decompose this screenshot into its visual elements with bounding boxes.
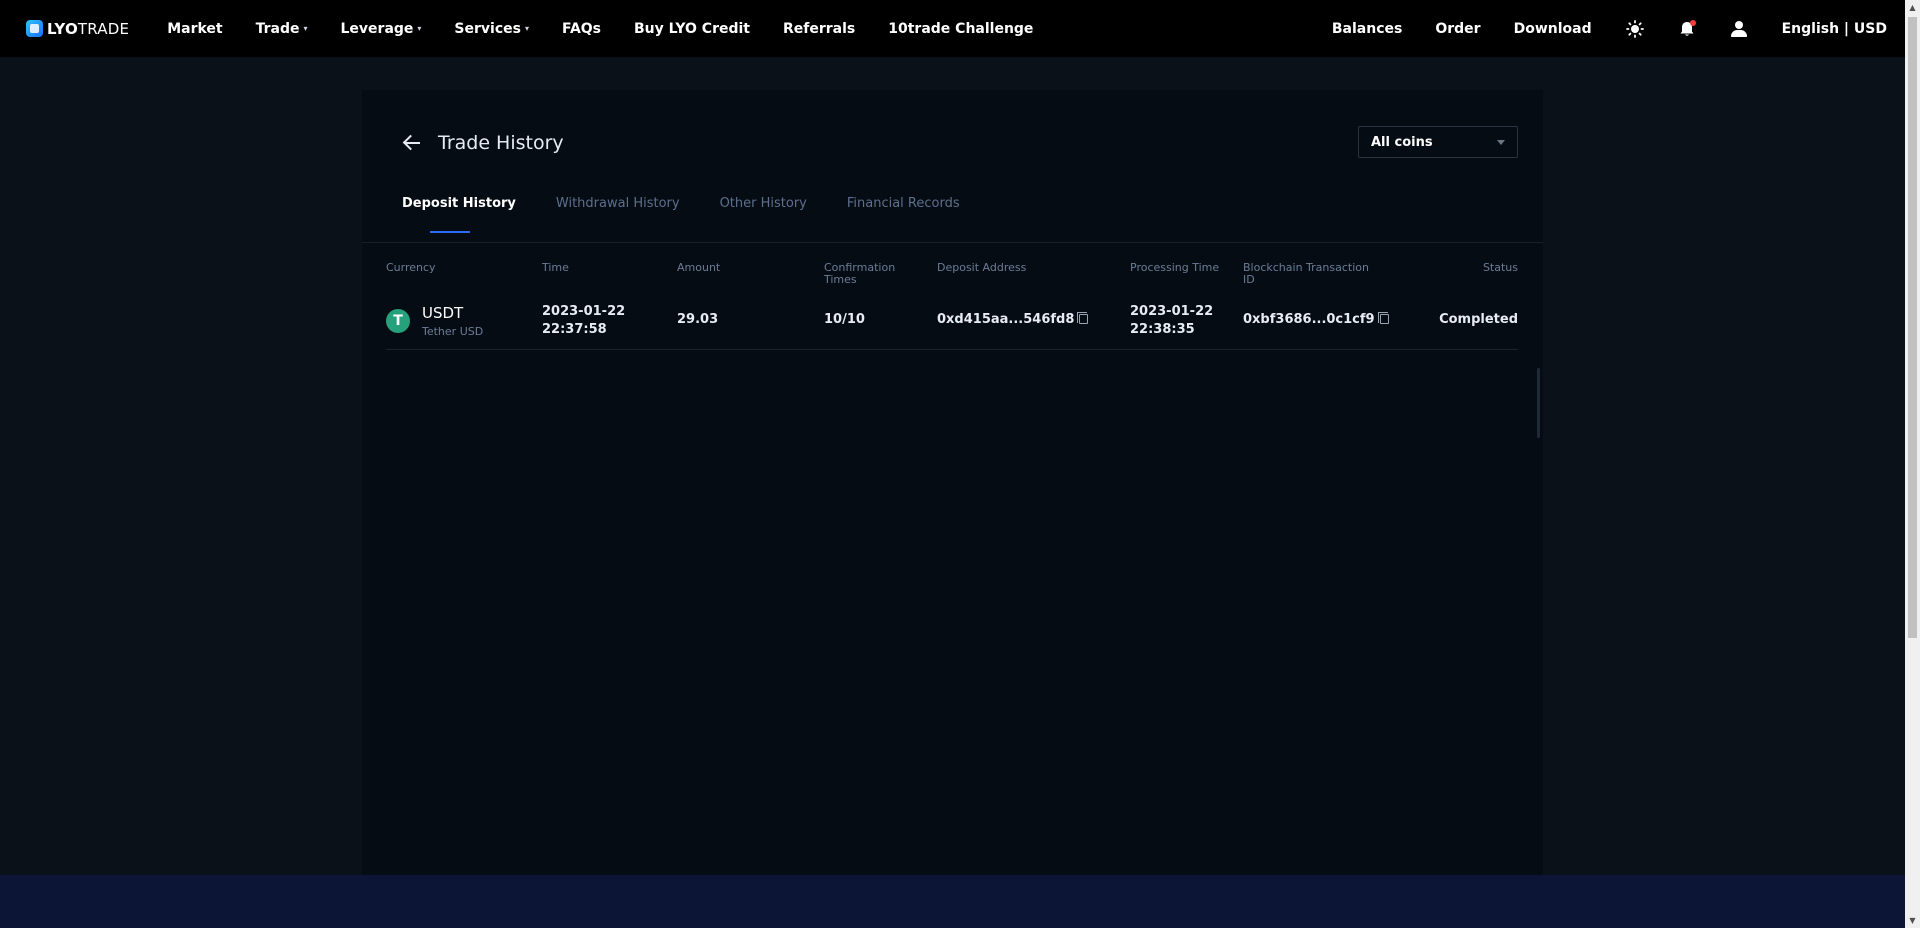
tabs-divider <box>362 242 1543 243</box>
nav-trade[interactable]: Trade ▾ <box>256 21 308 37</box>
deposit-history-table: Currency Time Amount Confirmation Times … <box>386 262 1518 350</box>
coin-full-name: Tether USD <box>422 325 484 338</box>
tab-other-history[interactable]: Other History <box>720 196 807 232</box>
nav-download[interactable]: Download <box>1514 21 1592 37</box>
nav-referrals[interactable]: Referrals <box>783 21 855 37</box>
tether-icon: T <box>386 309 410 333</box>
logo-brand-bold: LYO <box>47 19 78 38</box>
header-currency: Currency <box>386 261 436 274</box>
cell-currency: T USDT Tether USD <box>386 292 536 350</box>
header-confirmation-times: Confirmation Times <box>824 261 896 286</box>
cell-amount: 29.03 <box>677 312 719 327</box>
cell-processing-time: 2023-01-22 22:38:35 <box>1130 304 1214 337</box>
cell-confirmations: 10/10 <box>824 312 865 327</box>
history-tabs: Deposit History Withdrawal History Other… <box>402 196 1000 233</box>
nav-10trade-challenge[interactable]: 10trade Challenge <box>888 21 1033 37</box>
scroll-up-icon[interactable]: ▲ <box>1905 0 1920 15</box>
table-header: Currency Time Amount Confirmation Times … <box>386 262 1518 292</box>
header-status: Status <box>1482 261 1518 274</box>
table-row: T USDT Tether USD 2023-01-22 22:37:58 29… <box>386 292 1518 350</box>
bell-icon[interactable] <box>1678 19 1696 38</box>
user-icon[interactable] <box>1730 20 1748 38</box>
cell-deposit-address: 0xd415aa...546fd8 <box>937 312 1089 327</box>
sun-icon[interactable] <box>1625 19 1644 38</box>
language-currency-selector[interactable]: English | USD <box>1782 21 1887 37</box>
cell-tx-id: 0xbf3686...0c1cf9 <box>1243 312 1389 327</box>
header-deposit-address: Deposit Address <box>937 261 1027 274</box>
nav-balances[interactable]: Balances <box>1332 21 1402 37</box>
header-amount: Amount <box>677 261 721 274</box>
tab-financial-records[interactable]: Financial Records <box>847 196 960 232</box>
coin-symbol: USDT <box>422 304 464 322</box>
chevron-down-icon: ▾ <box>417 24 422 33</box>
nav-services[interactable]: Services ▾ <box>454 21 529 37</box>
logo[interactable]: LYO TRADE <box>26 20 129 38</box>
nav-primary: Market Trade ▾ Leverage ▾ Services ▾ FAQs B… <box>159 21 1033 37</box>
page-scrollbar[interactable]: ▲ ▼ <box>1905 0 1920 928</box>
footer <box>0 875 1905 928</box>
coin-filter-select[interactable]: All coins <box>1358 126 1518 158</box>
coin-filter-value: All coins <box>1371 134 1433 150</box>
tab-deposit-history[interactable]: Deposit History <box>402 196 516 233</box>
copy-icon[interactable] <box>1077 312 1089 324</box>
nav-leverage[interactable]: Leverage ▾ <box>341 21 422 37</box>
logo-icon <box>26 20 43 37</box>
back-arrow-icon[interactable] <box>402 133 422 153</box>
chevron-down-icon: ▾ <box>524 24 529 33</box>
nav-faqs[interactable]: FAQs <box>562 21 601 37</box>
table-scrollbar[interactable] <box>1537 368 1540 438</box>
copy-icon[interactable] <box>1377 312 1389 324</box>
chevron-down-icon: ▾ <box>303 24 308 33</box>
nav-buy-lyo-credit[interactable]: Buy LYO Credit <box>634 21 750 37</box>
cell-time: 2023-01-22 22:37:58 <box>542 304 626 337</box>
nav-secondary: Balances Order Download English | USD <box>1299 19 1887 38</box>
panel-header: Trade History <box>402 132 564 154</box>
header-processing-time: Processing Time <box>1130 261 1220 274</box>
top-navbar: LYO TRADE Market Trade ▾ Leverage ▾ Service… <box>0 0 1905 57</box>
deposit-address-value: 0xd415aa...546fd8 <box>937 312 1075 327</box>
logo-brand-thin: TRADE <box>77 19 130 38</box>
status-badge: Completed <box>1439 312 1518 327</box>
scrollbar-thumb[interactable] <box>1908 17 1917 638</box>
notification-dot <box>1689 19 1696 26</box>
page-title: Trade History <box>438 132 564 154</box>
header-blockchain-tx-id: Blockchain Transaction ID <box>1243 261 1369 286</box>
scroll-down-icon[interactable]: ▼ <box>1905 913 1920 928</box>
chevron-down-icon <box>1497 139 1505 145</box>
header-time: Time <box>542 261 569 274</box>
tab-withdrawal-history[interactable]: Withdrawal History <box>556 196 680 232</box>
tx-id-value: 0xbf3686...0c1cf9 <box>1243 312 1375 327</box>
trade-history-panel: Trade History All coins Deposit History … <box>362 90 1543 875</box>
nav-order[interactable]: Order <box>1435 21 1480 37</box>
nav-market[interactable]: Market <box>167 21 222 37</box>
